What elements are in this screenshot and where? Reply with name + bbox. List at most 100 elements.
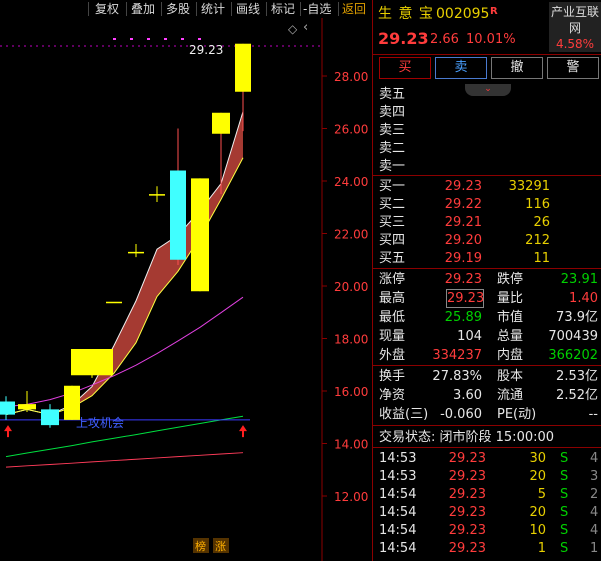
up-arrow-icon [4, 425, 12, 438]
candle-body [71, 349, 113, 376]
draw-line-button[interactable]: 画线 [236, 1, 260, 17]
tag-label: 榜 [195, 539, 206, 553]
kline-chart[interactable]: 28.00 26.00 24.00 22.00 20.00 18.00 16.00 14.00… [0, 18, 372, 561]
buy-level-label: 买一 [379, 179, 406, 194]
last-price-label: 29.23 [189, 43, 223, 57]
tick-volume: 1 [537, 541, 546, 556]
tick-price: 29.23 [448, 523, 486, 538]
statistics-button[interactable]: 统计 [201, 1, 225, 17]
toolbar-divider [88, 2, 89, 16]
tick-side: S [560, 505, 569, 520]
buy-level-price: 29.21 [444, 215, 482, 230]
tick-price: 29.23 [448, 487, 486, 502]
multi-stock-button[interactable]: 多股 [166, 1, 190, 17]
sector-name: 产业互联网 [550, 5, 599, 35]
toolbar-divider [266, 2, 267, 16]
stat-label: 跌停 [497, 272, 524, 287]
stat-label: 总量 [497, 329, 524, 344]
chart-overlay: 29.23 上攻机会榜涨 [4, 43, 247, 553]
sell-level-label: 卖三 [379, 123, 406, 138]
candle-body [64, 385, 80, 420]
stat-value-highlight: 29.23 [446, 289, 485, 308]
sector-pct: 4.58% [555, 37, 595, 51]
stat-label: 涨停 [379, 272, 406, 287]
toolbar-divider [126, 2, 127, 16]
stat-label: 净资 [379, 388, 406, 403]
tick-time: 14:53 [379, 451, 417, 466]
axis-tick-label: 18.00 [334, 333, 368, 347]
sell-button[interactable]: 卖 [435, 57, 487, 79]
annotation-label: 上攻机会 [76, 416, 124, 430]
buy-level-price: 29.19 [444, 251, 482, 266]
expand-chevron-icon[interactable]: ⌄ [465, 84, 511, 96]
buy-level-volume: 33291 [508, 179, 550, 194]
overlay-button[interactable]: 叠加 [131, 1, 155, 17]
buy-level-volume: 212 [525, 233, 550, 248]
divider [372, 447, 601, 448]
sell-level-label: 卖二 [379, 141, 406, 156]
sector-box[interactable]: 产业互联网 4.58% [549, 2, 601, 52]
candle-body [0, 401, 15, 415]
stock-name: 生 意 宝 [378, 6, 434, 22]
buy-level-label: 买二 [379, 197, 406, 212]
stat-value: 1.40 [569, 291, 598, 306]
tick-count: 3 [590, 469, 599, 484]
sell-level-label: 卖五 [379, 87, 406, 102]
stat-value: 29.23 [444, 272, 482, 287]
cancel-order-button[interactable]: 撤 [491, 57, 543, 79]
candle-body [170, 170, 186, 260]
stock-code: 002095 [436, 6, 490, 22]
axis-tick-label: 22.00 [334, 228, 368, 242]
chevron-left-icon[interactable]: ‹ [303, 20, 308, 35]
price-axis: 28.00 26.00 24.00 22.00 20.00 18.00 16.00 14.00… [322, 70, 368, 504]
top-marker [130, 38, 133, 40]
candle-body [18, 404, 36, 410]
divider [372, 425, 601, 426]
tick-volume: 20 [529, 469, 546, 484]
remove-watchlist-button[interactable]: -自选 [303, 1, 331, 17]
stat-value: -- [588, 407, 598, 422]
buy-level-volume: 26 [533, 215, 550, 230]
tick-time: 14:54 [379, 523, 417, 538]
ma-line-red [5, 452, 244, 468]
buy-button[interactable]: 买 [379, 57, 431, 79]
buy-level-label: 买四 [379, 233, 406, 248]
candle-body [212, 112, 230, 134]
buy-level-price: 29.23 [444, 179, 482, 194]
tick-price: 29.23 [448, 469, 486, 484]
stat-label: 最高 [379, 291, 406, 306]
divider [372, 268, 601, 269]
mark-button[interactable]: 标记 [271, 1, 295, 17]
candle-body [128, 251, 144, 254]
tick-time: 14:54 [379, 505, 417, 520]
buy-level-price: 29.22 [444, 197, 482, 212]
axis-tick-label: 12.00 [334, 490, 368, 504]
diamond-icon[interactable]: ◇ [288, 22, 297, 36]
tick-count: 4 [590, 523, 599, 538]
stat-value: 73.9亿 [556, 310, 598, 325]
tick-price: 29.23 [448, 541, 486, 556]
buy-level-volume: 116 [525, 197, 550, 212]
toolbar-divider [196, 2, 197, 16]
adjust-button[interactable]: 复权 [95, 1, 119, 17]
moving-average-lines [0, 111, 250, 468]
alert-button[interactable]: 警 [547, 57, 599, 79]
stat-label: 最低 [379, 310, 406, 325]
candle-body [191, 178, 209, 292]
stat-value: 3.60 [453, 388, 482, 403]
tag-label: 涨 [215, 540, 226, 553]
divider [372, 175, 601, 176]
stat-value: 2.52亿 [556, 388, 598, 403]
back-button[interactable]: 返回 [342, 1, 366, 17]
stat-value: 23.91 [560, 272, 598, 287]
stat-value: 25.89 [444, 310, 482, 325]
tick-time: 14:54 [379, 541, 417, 556]
toolbar-divider [300, 2, 301, 16]
tick-count: 1 [590, 541, 599, 556]
stat-label: 股本 [497, 369, 524, 384]
stat-value: 27.83% [432, 369, 482, 384]
top-marker [164, 38, 167, 40]
up-arrow-icon [239, 425, 247, 438]
tick-price: 29.23 [448, 505, 486, 520]
stat-value: 366202 [548, 348, 598, 363]
